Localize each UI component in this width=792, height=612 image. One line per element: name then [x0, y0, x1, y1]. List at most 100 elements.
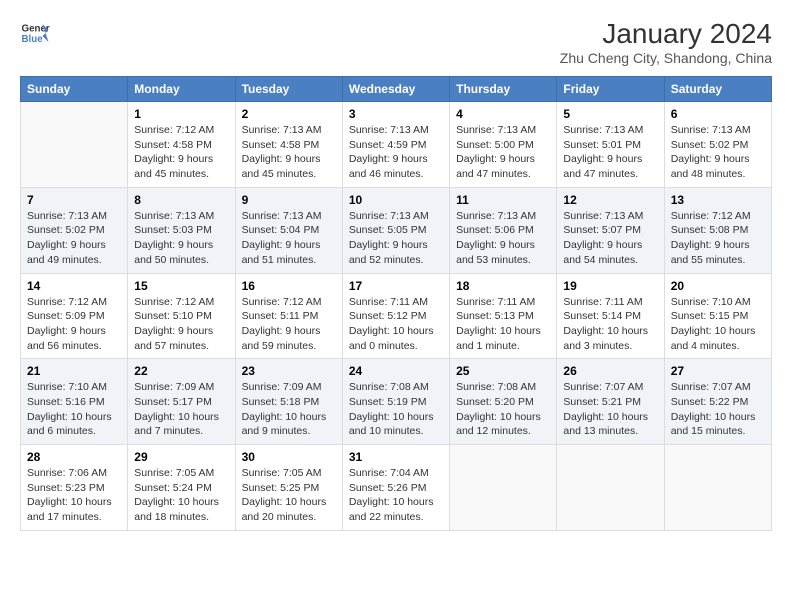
day-info: Sunrise: 7:07 AMSunset: 5:22 PMDaylight:… [671, 380, 765, 439]
day-cell: 13Sunrise: 7:12 AMSunset: 5:08 PMDayligh… [664, 187, 771, 273]
day-cell: 2Sunrise: 7:13 AMSunset: 4:58 PMDaylight… [235, 102, 342, 188]
day-cell: 10 Sunrise: 7:13 AMSunset: 5:05 PMDayligh… [342, 187, 449, 273]
day-cell: 15 Sunrise: 7:12 AMSunset: 5:10 PMDayligh… [128, 273, 235, 359]
day-info: Sunrise: 7:13 AMSunset: 5:00 PMDaylight:… [456, 123, 550, 182]
day-cell: 20 Sunrise: 7:10 AMSunset: 5:15 PMDayligh… [664, 273, 771, 359]
day-info: Sunrise: 7:13 AMSunset: 5:04 PMDaylight:… [242, 209, 336, 268]
col-tuesday: Tuesday [235, 77, 342, 102]
day-info: Sunrise: 7:04 AMSunset: 5:26 PMDaylight:… [349, 466, 443, 525]
header-row: Sunday Monday Tuesday Wednesday Thursday… [21, 77, 772, 102]
day-cell: 16Sunrise: 7:12 AMSunset: 5:11 PMDayligh… [235, 273, 342, 359]
day-cell: 6 Sunrise: 7:13 AMSunset: 5:02 PMDaylight… [664, 102, 771, 188]
logo-icon: General Blue [20, 18, 50, 48]
day-cell [664, 445, 771, 531]
day-info: Sunrise: 7:10 AMSunset: 5:16 PMDaylight:… [27, 380, 121, 439]
day-cell: 14 Sunrise: 7:12 AMSunset: 5:09 PMDayligh… [21, 273, 128, 359]
day-number: 13 [671, 193, 765, 207]
day-info: Sunrise: 7:09 AMSunset: 5:17 PMDaylight:… [134, 380, 228, 439]
day-number: 15 [134, 279, 228, 293]
day-cell: 22 Sunrise: 7:09 AMSunset: 5:17 PMDayligh… [128, 359, 235, 445]
day-info: Sunrise: 7:10 AMSunset: 5:15 PMDaylight:… [671, 295, 765, 354]
day-cell: 25Sunrise: 7:08 AMSunset: 5:20 PMDayligh… [450, 359, 557, 445]
day-number: 2 [242, 107, 336, 121]
day-number: 29 [134, 450, 228, 464]
day-cell: 12Sunrise: 7:13 AMSunset: 5:07 PMDayligh… [557, 187, 664, 273]
week-row-4: 21Sunrise: 7:10 AMSunset: 5:16 PMDayligh… [21, 359, 772, 445]
day-cell: 19 Sunrise: 7:11 AMSunset: 5:14 PMDayligh… [557, 273, 664, 359]
day-info: Sunrise: 7:11 AMSunset: 5:13 PMDaylight:… [456, 295, 550, 354]
day-number: 14 [27, 279, 121, 293]
day-info: Sunrise: 7:08 AMSunset: 5:20 PMDaylight:… [456, 380, 550, 439]
day-number: 16 [242, 279, 336, 293]
day-cell: 27 Sunrise: 7:07 AMSunset: 5:22 PMDayligh… [664, 359, 771, 445]
day-number: 12 [563, 193, 657, 207]
col-wednesday: Wednesday [342, 77, 449, 102]
day-info: Sunrise: 7:13 AMSunset: 5:01 PMDaylight:… [563, 123, 657, 182]
day-number: 26 [563, 364, 657, 378]
col-monday: Monday [128, 77, 235, 102]
day-number: 11 [456, 193, 550, 207]
day-number: 18 [456, 279, 550, 293]
day-cell: 18 Sunrise: 7:11 AMSunset: 5:13 PMDayligh… [450, 273, 557, 359]
day-number: 22 [134, 364, 228, 378]
day-cell: 7 Sunrise: 7:13 AMSunset: 5:02 PMDaylight… [21, 187, 128, 273]
main-title: January 2024 [560, 18, 772, 50]
day-number: 23 [242, 364, 336, 378]
day-cell [557, 445, 664, 531]
day-number: 19 [563, 279, 657, 293]
col-friday: Friday [557, 77, 664, 102]
logo: General Blue [20, 18, 50, 48]
day-number: 10 [349, 193, 443, 207]
day-info: Sunrise: 7:13 AMSunset: 5:05 PMDaylight:… [349, 209, 443, 268]
day-number: 17 [349, 279, 443, 293]
day-cell: 3 Sunrise: 7:13 AMSunset: 4:59 PMDaylight… [342, 102, 449, 188]
col-sunday: Sunday [21, 77, 128, 102]
day-number: 7 [27, 193, 121, 207]
day-number: 3 [349, 107, 443, 121]
day-cell: 8 Sunrise: 7:13 AMSunset: 5:03 PMDaylight… [128, 187, 235, 273]
subtitle: Zhu Cheng City, Shandong, China [560, 50, 772, 66]
day-info: Sunrise: 7:13 AMSunset: 4:59 PMDaylight:… [349, 123, 443, 182]
day-info: Sunrise: 7:11 AMSunset: 5:14 PMDaylight:… [563, 295, 657, 354]
svg-text:Blue: Blue [22, 34, 44, 45]
day-cell: 24 Sunrise: 7:08 AMSunset: 5:19 PMDayligh… [342, 359, 449, 445]
page-header: General Blue January 2024 Zhu Cheng City… [20, 18, 772, 66]
day-info: Sunrise: 7:13 AMSunset: 5:03 PMDaylight:… [134, 209, 228, 268]
day-cell: 9 Sunrise: 7:13 AMSunset: 5:04 PMDaylight… [235, 187, 342, 273]
day-number: 1 [134, 107, 228, 121]
day-cell: 30 Sunrise: 7:05 AMSunset: 5:25 PMDayligh… [235, 445, 342, 531]
week-row-3: 14 Sunrise: 7:12 AMSunset: 5:09 PMDayligh… [21, 273, 772, 359]
day-info: Sunrise: 7:07 AMSunset: 5:21 PMDaylight:… [563, 380, 657, 439]
day-number: 24 [349, 364, 443, 378]
day-info: Sunrise: 7:11 AMSunset: 5:12 PMDaylight:… [349, 295, 443, 354]
day-cell [450, 445, 557, 531]
day-info: Sunrise: 7:08 AMSunset: 5:19 PMDaylight:… [349, 380, 443, 439]
day-info: Sunrise: 7:09 AMSunset: 5:18 PMDaylight:… [242, 380, 336, 439]
day-info: Sunrise: 7:05 AMSunset: 5:25 PMDaylight:… [242, 466, 336, 525]
day-info: Sunrise: 7:13 AMSunset: 5:06 PMDaylight:… [456, 209, 550, 268]
day-info: Sunrise: 7:13 AMSunset: 5:02 PMDaylight:… [671, 123, 765, 182]
day-cell: 4 Sunrise: 7:13 AMSunset: 5:00 PMDaylight… [450, 102, 557, 188]
week-row-1: 1 Sunrise: 7:12 AMSunset: 4:58 PMDaylight… [21, 102, 772, 188]
day-cell: 29Sunrise: 7:05 AMSunset: 5:24 PMDayligh… [128, 445, 235, 531]
day-number: 8 [134, 193, 228, 207]
day-cell: 21Sunrise: 7:10 AMSunset: 5:16 PMDayligh… [21, 359, 128, 445]
day-cell: 17 Sunrise: 7:11 AMSunset: 5:12 PMDayligh… [342, 273, 449, 359]
day-info: Sunrise: 7:12 AMSunset: 5:09 PMDaylight:… [27, 295, 121, 354]
day-number: 31 [349, 450, 443, 464]
day-number: 5 [563, 107, 657, 121]
day-info: Sunrise: 7:06 AMSunset: 5:23 PMDaylight:… [27, 466, 121, 525]
day-number: 20 [671, 279, 765, 293]
day-number: 30 [242, 450, 336, 464]
day-number: 9 [242, 193, 336, 207]
title-block: January 2024 Zhu Cheng City, Shandong, C… [560, 18, 772, 66]
day-info: Sunrise: 7:12 AMSunset: 4:58 PMDaylight:… [134, 123, 228, 182]
day-info: Sunrise: 7:13 AMSunset: 5:02 PMDaylight:… [27, 209, 121, 268]
day-cell: 23 Sunrise: 7:09 AMSunset: 5:18 PMDayligh… [235, 359, 342, 445]
day-number: 27 [671, 364, 765, 378]
day-number: 4 [456, 107, 550, 121]
col-saturday: Saturday [664, 77, 771, 102]
day-number: 6 [671, 107, 765, 121]
day-info: Sunrise: 7:12 AMSunset: 5:10 PMDaylight:… [134, 295, 228, 354]
day-cell: 26 Sunrise: 7:07 AMSunset: 5:21 PMDayligh… [557, 359, 664, 445]
